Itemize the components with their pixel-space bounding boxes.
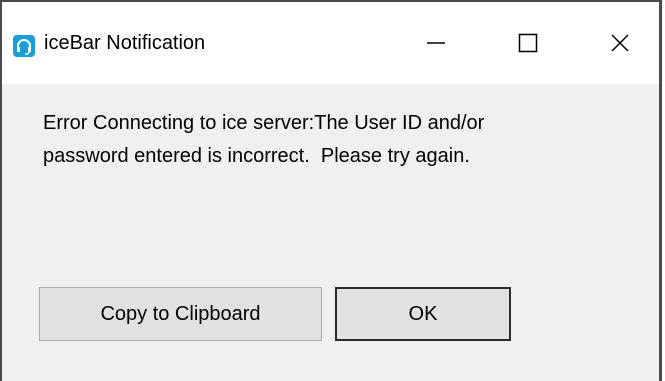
minimize-icon [427, 42, 445, 44]
copy-to-clipboard-button[interactable]: Copy to Clipboard [39, 287, 322, 341]
ok-button[interactable]: OK [335, 287, 511, 341]
error-message-line-2: password entered is incorrect. Please tr… [43, 145, 470, 167]
close-button[interactable] [574, 2, 665, 84]
minimize-button[interactable] [390, 2, 482, 84]
close-icon [611, 34, 629, 52]
error-message: Error Connecting to ice server:The User … [43, 107, 633, 173]
ok-label: OK [408, 302, 438, 325]
maximize-icon [518, 33, 538, 53]
headset-icon [13, 35, 35, 57]
window-title: iceBar Notification [44, 32, 206, 54]
notification-dialog: iceBar Notification Error Connecting to … [0, 0, 662, 381]
copy-to-clipboard-label: Copy to Clipboard [100, 302, 261, 325]
error-message-line-1: Error Connecting to ice server:The User … [43, 112, 485, 134]
title-bar[interactable]: iceBar Notification [2, 2, 659, 84]
maximize-button[interactable] [482, 2, 574, 84]
